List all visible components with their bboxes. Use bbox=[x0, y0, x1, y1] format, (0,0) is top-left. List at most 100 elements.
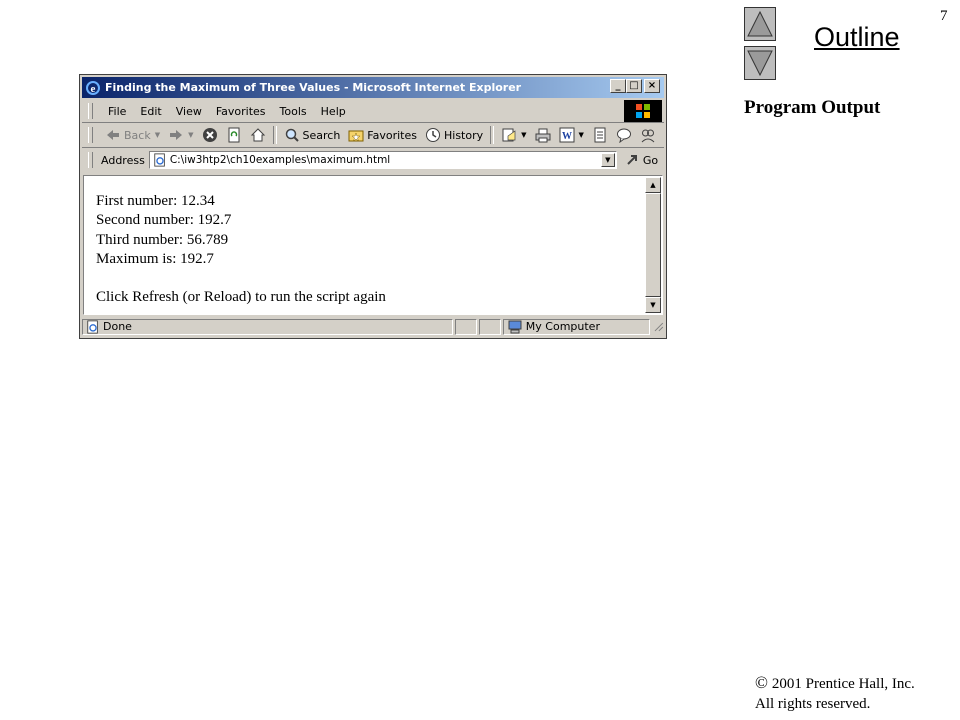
menu-view[interactable]: View bbox=[169, 105, 209, 118]
address-bar: Address C:\iw3htp2\ch10examples\maximum.… bbox=[82, 148, 664, 172]
forward-arrow-icon bbox=[170, 130, 183, 140]
history-button[interactable]: History bbox=[421, 125, 487, 145]
scroll-up-button[interactable]: ▲ bbox=[645, 177, 661, 193]
resize-grip-icon[interactable] bbox=[652, 320, 664, 334]
address-value: C:\iw3htp2\ch10examples\maximum.html bbox=[169, 154, 391, 166]
status-text: Done bbox=[103, 320, 132, 333]
refresh-icon bbox=[228, 127, 239, 143]
chevron-down-icon[interactable]: ▼ bbox=[155, 131, 160, 139]
menu-bar: File Edit View Favorites Tools Help bbox=[82, 100, 664, 123]
svg-text:e: e bbox=[91, 83, 96, 95]
ie-logo-icon: e bbox=[86, 80, 100, 95]
favorites-button[interactable]: Favorites bbox=[344, 125, 421, 145]
close-button[interactable]: × bbox=[644, 79, 660, 93]
outline-link[interactable]: Outline bbox=[814, 22, 900, 53]
page-number: 7 bbox=[940, 8, 948, 24]
page-text: First number: 12.34 Second number: 192.7… bbox=[96, 192, 386, 307]
document-icon bbox=[594, 127, 606, 143]
menu-help[interactable]: Help bbox=[314, 105, 353, 118]
ie-page-icon bbox=[87, 319, 98, 334]
my-computer-icon bbox=[508, 320, 522, 333]
security-zone: My Computer bbox=[502, 318, 651, 335]
research-button[interactable] bbox=[636, 125, 660, 145]
favorites-folder-icon bbox=[348, 130, 364, 142]
search-button[interactable]: Search bbox=[280, 125, 345, 145]
favorites-label: Favorites bbox=[367, 128, 417, 142]
status-bar: Done My Computer bbox=[82, 317, 664, 336]
search-label: Search bbox=[302, 128, 341, 142]
scroll-thumb[interactable] bbox=[645, 193, 661, 297]
output-line: Third number: 56.789 bbox=[96, 231, 229, 248]
line-break bbox=[96, 269, 386, 288]
window-controls: _ □ × bbox=[610, 79, 660, 93]
minimize-button[interactable]: _ bbox=[610, 79, 626, 93]
menu-grip[interactable] bbox=[88, 103, 93, 119]
scroll-down-button[interactable]: ▼ bbox=[645, 297, 661, 313]
edit-button[interactable]: W ▼ bbox=[555, 125, 588, 145]
address-grip[interactable] bbox=[88, 152, 93, 168]
address-dropdown-button[interactable]: ▼ bbox=[600, 153, 615, 167]
maximize-button[interactable]: □ bbox=[626, 79, 642, 93]
output-line: Maximum is: 192.7 bbox=[96, 250, 214, 267]
address-label: Address bbox=[101, 153, 145, 167]
ie-page-icon bbox=[154, 153, 165, 167]
windows-logo-icon bbox=[624, 100, 662, 122]
output-line: Second number: 192.7 bbox=[96, 212, 232, 229]
chevron-down-icon[interactable]: ▼ bbox=[188, 131, 193, 139]
speech-bubble-icon bbox=[616, 128, 631, 143]
output-line: First number: 12.34 bbox=[96, 193, 215, 209]
status-cell bbox=[455, 318, 478, 335]
discuss-button[interactable] bbox=[588, 125, 612, 145]
back-button[interactable]: Back ▼ bbox=[101, 125, 164, 145]
previous-slide-button[interactable] bbox=[744, 7, 776, 41]
print-button[interactable] bbox=[531, 125, 555, 145]
stop-button[interactable] bbox=[198, 125, 222, 145]
home-icon bbox=[250, 128, 265, 142]
toolbar-grip[interactable] bbox=[88, 127, 93, 143]
printer-icon bbox=[535, 128, 551, 143]
history-clock-icon bbox=[426, 128, 440, 142]
toolbar-separator bbox=[272, 126, 277, 144]
section-title: Program Output bbox=[744, 97, 881, 118]
title-bar[interactable]: e Finding the Maximum of Three Values - … bbox=[82, 77, 664, 98]
chevron-down-icon: ▼ bbox=[605, 156, 611, 164]
go-label: Go bbox=[642, 153, 659, 167]
copyright-symbol: © bbox=[755, 673, 768, 692]
browser-window: e Finding the Maximum of Three Values - … bbox=[79, 74, 667, 339]
messenger-button[interactable] bbox=[612, 125, 636, 145]
forward-button[interactable]: ▼ bbox=[164, 125, 197, 145]
triangle-down-icon bbox=[747, 50, 773, 77]
home-button[interactable] bbox=[246, 125, 270, 145]
chevron-down-icon[interactable]: ▼ bbox=[521, 131, 526, 139]
next-slide-button[interactable] bbox=[744, 46, 776, 80]
vertical-scrollbar[interactable]: ▲ ▼ bbox=[645, 177, 661, 313]
menu-tools[interactable]: Tools bbox=[273, 105, 314, 118]
people-icon bbox=[641, 129, 655, 143]
page-content: First number: 12.34 Second number: 192.7… bbox=[83, 175, 663, 315]
go-arrow-icon bbox=[627, 155, 637, 165]
menu-favorites[interactable]: Favorites bbox=[209, 105, 273, 118]
menu-file[interactable]: File bbox=[101, 105, 133, 118]
status-panel: Done bbox=[82, 318, 454, 335]
standard-toolbar: Back ▼ ▼ Search Favorites History ▼ W ▼ bbox=[82, 123, 664, 148]
mail-button[interactable]: ▼ bbox=[497, 125, 530, 145]
svg-text:W: W bbox=[562, 131, 572, 142]
refresh-instruction: Click Refresh (or Reload) to run the scr… bbox=[96, 289, 386, 306]
word-edit-icon: W bbox=[559, 127, 575, 143]
go-button[interactable]: Go bbox=[625, 152, 658, 168]
refresh-button[interactable] bbox=[222, 125, 246, 145]
status-cell bbox=[479, 318, 501, 335]
chevron-down-icon: ▼ bbox=[650, 301, 656, 309]
mail-icon bbox=[502, 128, 516, 142]
chevron-up-icon: ▲ bbox=[650, 181, 656, 189]
address-input[interactable]: C:\iw3htp2\ch10examples\maximum.html ▼ bbox=[148, 151, 617, 169]
triangle-up-icon bbox=[747, 10, 773, 37]
chevron-down-icon[interactable]: ▼ bbox=[579, 131, 584, 139]
search-icon bbox=[285, 128, 299, 142]
back-arrow-icon bbox=[107, 130, 119, 140]
menu-edit[interactable]: Edit bbox=[133, 105, 168, 118]
copyright-notice: © 2001 Prentice Hall, Inc. All rights res… bbox=[755, 673, 915, 714]
copyright-line-2: All rights reserved. bbox=[755, 696, 871, 712]
copyright-line-1: 2001 Prentice Hall, Inc. bbox=[771, 676, 915, 692]
back-label: Back bbox=[124, 128, 151, 142]
